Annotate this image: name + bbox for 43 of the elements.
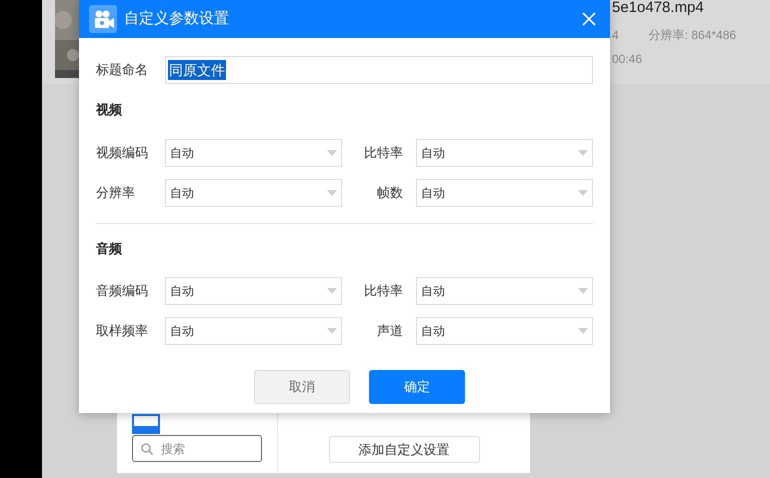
search-icon xyxy=(141,442,153,454)
field-label: 音频编码 xyxy=(96,282,149,300)
dialog-title: 自定义参数设置 xyxy=(124,8,229,29)
file-name: 5e1o478.mp4 xyxy=(612,0,705,16)
close-icon xyxy=(582,12,596,26)
caret-icon xyxy=(578,190,588,196)
dropdown[interactable]: 自动 xyxy=(165,178,342,206)
section-title: 音频 xyxy=(96,240,123,258)
field-label: 声道 xyxy=(376,322,404,340)
caret-icon xyxy=(578,288,588,294)
caret-icon xyxy=(327,150,337,156)
dropdown[interactable]: 自动 xyxy=(416,277,593,305)
caret-icon xyxy=(578,150,588,156)
dropdown[interactable]: 自动 xyxy=(165,138,342,166)
dropdown[interactable]: 自动 xyxy=(416,178,593,206)
field-label: 比特率 xyxy=(363,282,404,300)
field-label: 比特率 xyxy=(363,144,404,162)
field-label: 标题命名 xyxy=(96,61,149,80)
file-duration: 00:46 xyxy=(612,51,644,68)
section-title: 视频 xyxy=(96,101,123,119)
caret-icon xyxy=(327,328,337,334)
search-field[interactable]: 搜索 xyxy=(132,435,262,462)
close-button[interactable] xyxy=(582,11,598,27)
caret-icon xyxy=(327,288,337,294)
field-label: 取样频率 xyxy=(96,322,149,340)
cancel-button[interactable]: 取消 xyxy=(254,370,350,404)
field-label: 分辨率 xyxy=(96,184,136,202)
caret-icon xyxy=(578,328,588,334)
field-label: 视频编码 xyxy=(96,144,149,162)
confirm-button[interactable]: 确定 xyxy=(369,370,465,404)
dropdown[interactable]: 自动 xyxy=(416,317,593,345)
file-resolution: 分辨率: 864*486 xyxy=(648,27,736,44)
video-camera-icon xyxy=(89,5,117,33)
field-label: 帧数 xyxy=(376,184,404,202)
file-info: 4 xyxy=(612,27,619,44)
dropdown[interactable]: 自动 xyxy=(165,277,342,305)
file-icon xyxy=(132,414,160,434)
dropdown[interactable]: 自动 xyxy=(165,317,342,345)
search-input[interactable]: 搜索 xyxy=(161,440,241,458)
dropdown[interactable]: 自动 xyxy=(416,138,593,166)
title-input[interactable]: 同原文件 xyxy=(165,56,593,84)
add-custom-button[interactable]: 添加自定义设置 xyxy=(328,436,480,463)
caret-icon xyxy=(327,190,337,196)
